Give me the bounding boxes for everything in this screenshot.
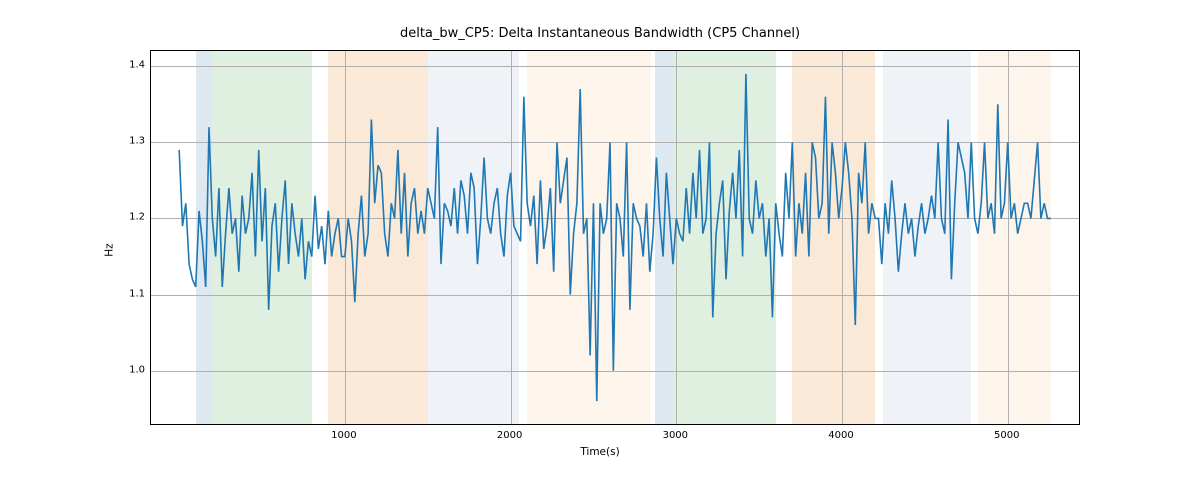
x-tick-label: 2000 xyxy=(497,430,522,441)
y-tick-label: 1.1 xyxy=(105,288,145,299)
y-tick-label: 1.2 xyxy=(105,212,145,223)
y-axis-label: Hz xyxy=(100,0,120,500)
x-tick-label: 5000 xyxy=(994,430,1019,441)
x-tick-label: 3000 xyxy=(663,430,688,441)
x-tick-label: 1000 xyxy=(331,430,356,441)
y-tick-label: 1.0 xyxy=(105,364,145,375)
x-axis-label: Time(s) xyxy=(0,446,1200,458)
line-plot-svg xyxy=(151,51,1079,424)
plot-area xyxy=(150,50,1080,425)
chart-title: delta_bw_CP5: Delta Instantaneous Bandwi… xyxy=(0,26,1200,41)
y-tick-label: 1.3 xyxy=(105,136,145,147)
series-line xyxy=(179,74,1051,401)
y-tick-label: 1.4 xyxy=(105,60,145,71)
figure: delta_bw_CP5: Delta Instantaneous Bandwi… xyxy=(0,0,1200,500)
x-tick-label: 4000 xyxy=(828,430,853,441)
